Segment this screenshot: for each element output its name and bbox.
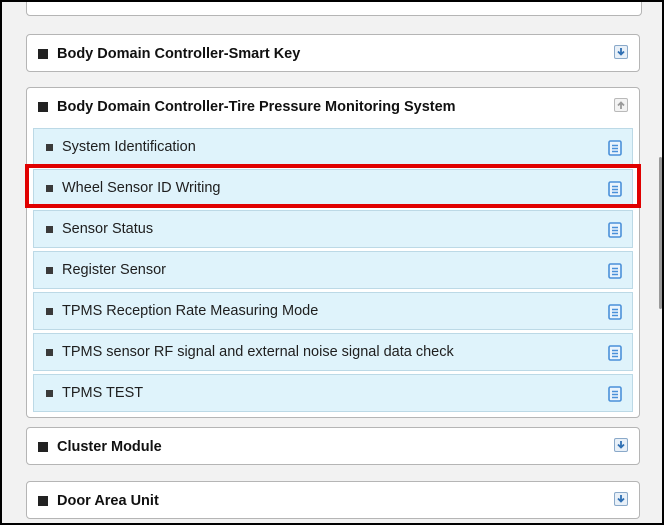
list-item-register-sensor[interactable]: Register Sensor [33, 251, 633, 289]
bullet-icon [46, 225, 53, 233]
list-item-system-identification[interactable]: System Identification [33, 128, 633, 166]
item-label: TPMS sensor RF signal and external noise… [62, 344, 454, 360]
panel-smart-key[interactable]: Body Domain Controller-Smart Key [26, 34, 640, 72]
panel-header[interactable]: Body Domain Controller-Smart Key [27, 35, 639, 73]
item-label: System Identification [62, 139, 196, 155]
list-item-wheel-sensor-id-writing[interactable]: Wheel Sensor ID Writing [33, 169, 633, 207]
item-label: TPMS Reception Rate Measuring Mode [62, 303, 319, 319]
download-icon[interactable] [614, 492, 628, 506]
bullet-icon [46, 143, 53, 151]
bullet-icon [46, 266, 53, 274]
document-icon[interactable] [608, 386, 622, 402]
download-icon[interactable] [614, 438, 628, 452]
list-item-sensor-status[interactable]: Sensor Status [33, 210, 633, 248]
document-icon[interactable] [608, 304, 622, 320]
bullet-icon [46, 307, 53, 315]
document-icon[interactable] [608, 222, 622, 238]
scrollbar[interactable] [659, 157, 662, 309]
panel-title: Body Domain Controller-Tire Pressure Mon… [57, 99, 456, 115]
list-item-tpms-rf-signal-check[interactable]: TPMS sensor RF signal and external noise… [33, 333, 633, 371]
item-label: Register Sensor [62, 262, 166, 278]
download-icon[interactable] [614, 45, 628, 59]
document-icon[interactable] [608, 140, 622, 156]
document-icon[interactable] [608, 181, 622, 197]
panel-title: Cluster Module [57, 439, 162, 455]
item-label: Sensor Status [62, 221, 154, 237]
item-label: TPMS TEST [62, 385, 144, 401]
panel-header[interactable]: Door Area Unit [27, 482, 639, 520]
document-icon[interactable] [608, 263, 622, 279]
sub-menu-list: System Identification Wheel Sensor ID Wr… [33, 128, 633, 412]
item-label: Wheel Sensor ID Writing [62, 180, 221, 196]
panel-door-area-unit[interactable]: Door Area Unit [26, 481, 640, 519]
square-bullet-icon [38, 496, 48, 506]
diagnostic-menu: Body Domain Controller-Smart Key Body Do… [0, 0, 664, 525]
square-bullet-icon [38, 442, 48, 452]
upload-icon[interactable] [614, 98, 628, 112]
panel-header[interactable]: Body Domain Controller-Tire Pressure Mon… [27, 88, 639, 126]
panel-title: Door Area Unit [57, 493, 159, 509]
document-icon[interactable] [608, 345, 622, 361]
square-bullet-icon [38, 49, 48, 59]
bullet-icon [46, 184, 53, 192]
bullet-icon [46, 389, 53, 397]
panel-cluster-module[interactable]: Cluster Module [26, 427, 640, 465]
bullet-icon [46, 348, 53, 356]
panel-title: Body Domain Controller-Smart Key [57, 46, 301, 62]
list-item-tpms-test[interactable]: TPMS TEST [33, 374, 633, 412]
list-item-tpms-reception-rate[interactable]: TPMS Reception Rate Measuring Mode [33, 292, 633, 330]
previous-panel-edge [26, 2, 642, 16]
square-bullet-icon [38, 102, 48, 112]
panel-header[interactable]: Cluster Module [27, 428, 639, 466]
panel-tpms: Body Domain Controller-Tire Pressure Mon… [26, 87, 640, 418]
